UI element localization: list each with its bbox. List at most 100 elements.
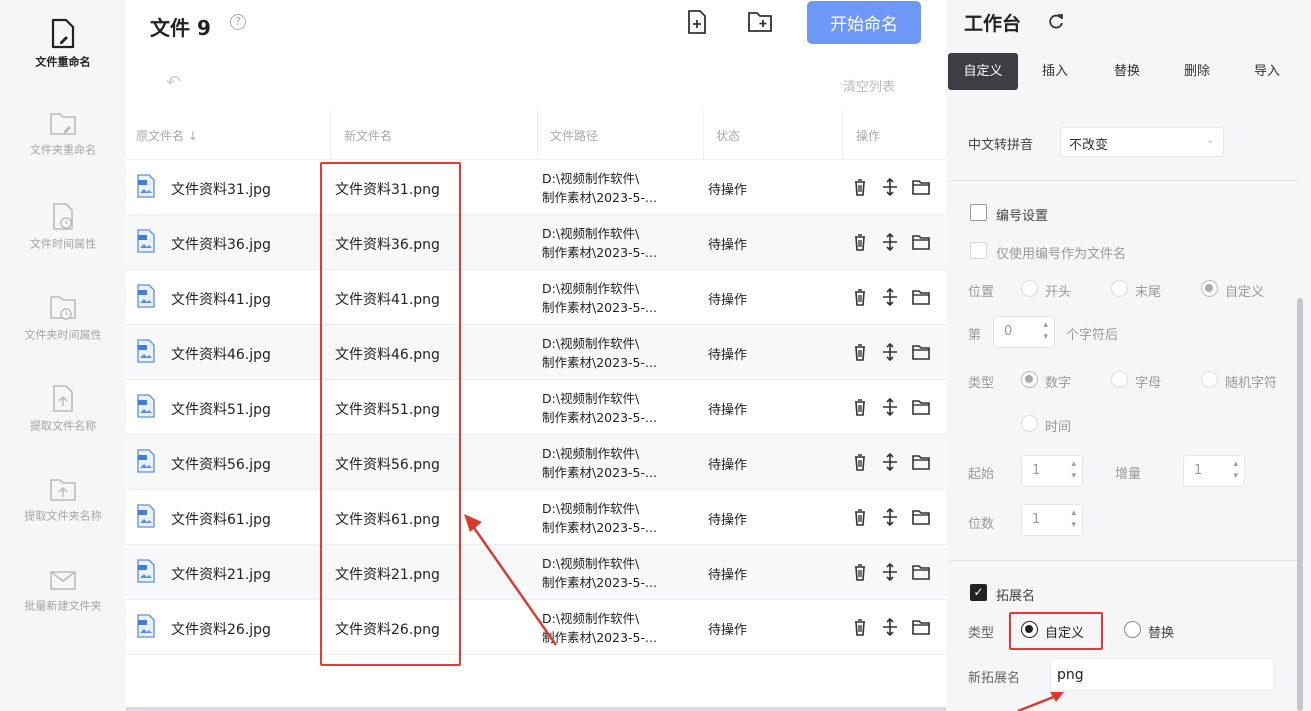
move-icon[interactable]: [879, 616, 901, 638]
add-folder-icon[interactable]: [746, 8, 774, 36]
column-header[interactable]: 原文件名 ↓: [136, 127, 198, 144]
sidebar: 文件重命名 文件夹重命名 文件时间属性 文件夹时间属性 提取文件名称 提取文件夹…: [0, 0, 126, 711]
start-input[interactable]: 1 ▴ ▾: [1021, 455, 1083, 487]
table-row[interactable]: 文件资料56.jpg 文件资料56.png D:\视频制作软件\ 制作素材\2023-…: [126, 435, 946, 490]
type-number-radio[interactable]: [1021, 371, 1038, 388]
spinner-icon[interactable]: ▴ ▾: [1233, 458, 1238, 482]
position-custom-radio[interactable]: [1201, 280, 1218, 297]
table-row[interactable]: 文件资料46.jpg 文件资料46.png D:\视频制作软件\ 制作素材\2023-…: [126, 325, 946, 380]
spinner-icon[interactable]: ▴ ▾: [1071, 507, 1076, 531]
spinner-icon[interactable]: ▴ ▾: [1043, 319, 1048, 343]
step-input[interactable]: 1 ▴ ▾: [1183, 455, 1245, 487]
move-icon[interactable]: [879, 231, 901, 253]
vertical-scrollbar[interactable]: [1297, 298, 1303, 711]
sidebar-item-file-time[interactable]: 文件时间属性: [0, 202, 126, 252]
sidebar-item-extract-folder[interactable]: 提取文件夹名称: [0, 476, 126, 524]
status-text: 待操作: [708, 568, 748, 583]
pinyin-select[interactable]: 不改变 ⌄: [1060, 127, 1224, 157]
folder-time-icon: [50, 296, 76, 320]
sidebar-item-folder-time[interactable]: 文件夹时间属性: [0, 293, 126, 343]
extension-checkbox[interactable]: ✓: [970, 584, 987, 601]
table-row[interactable]: 文件资料51.jpg 文件资料51.png D:\视频制作软件\ 制作素材\2023-…: [126, 380, 946, 435]
add-file-icon[interactable]: [683, 8, 711, 36]
open-folder-icon[interactable]: [910, 451, 932, 473]
open-folder-icon[interactable]: [910, 341, 932, 363]
delete-icon[interactable]: [849, 506, 871, 528]
type-time-radio[interactable]: [1021, 415, 1038, 432]
refresh-icon[interactable]: [1047, 12, 1065, 30]
table-row[interactable]: 文件资料26.jpg 文件资料26.png D:\视频制作软件\ 制作素材\2023-…: [126, 600, 946, 655]
delete-icon[interactable]: [849, 341, 871, 363]
table-row[interactable]: 文件资料36.jpg 文件资料36.png D:\视频制作软件\ 制作素材\2023-…: [126, 215, 946, 270]
table-row[interactable]: 文件资料31.jpg 文件资料31.png D:\视频制作软件\ 制作素材\2023-…: [126, 160, 946, 215]
status-text: 待操作: [708, 238, 748, 253]
move-icon[interactable]: [879, 286, 901, 308]
file-path: D:\视频制作软件\ 制作素材\2023-5-...: [542, 609, 657, 647]
delete-icon[interactable]: [849, 561, 871, 583]
tab-delete[interactable]: 删除: [1162, 53, 1232, 90]
open-folder-icon[interactable]: [910, 176, 932, 198]
type-option-label: 时间: [1045, 420, 1072, 435]
table-row[interactable]: 文件资料41.jpg 文件资料41.png D:\视频制作软件\ 制作素材\2023-…: [126, 270, 946, 325]
move-icon[interactable]: [879, 176, 901, 198]
move-icon[interactable]: [879, 396, 901, 418]
ext-type-custom-radio[interactable]: [1021, 621, 1038, 638]
tab-import[interactable]: 导入: [1232, 53, 1302, 90]
file-path-line: 制作素材\2023-5-...: [542, 190, 657, 205]
original-filename: 文件资料56.jpg: [171, 457, 271, 473]
delete-icon[interactable]: [849, 451, 871, 473]
open-folder-icon[interactable]: [910, 506, 932, 528]
original-filename: 文件资料41.jpg: [171, 292, 271, 308]
column-divider: [842, 110, 843, 160]
table-row[interactable]: 文件资料21.jpg 文件资料21.png D:\视频制作软件\ 制作素材\2023-…: [126, 545, 946, 600]
nth-char-input[interactable]: 0 ▴ ▾: [993, 316, 1055, 348]
delete-icon[interactable]: [849, 176, 871, 198]
open-folder-icon[interactable]: [910, 561, 932, 583]
image-file-icon: [137, 394, 155, 418]
new-extension-input[interactable]: [1050, 658, 1274, 691]
delete-icon[interactable]: [849, 286, 871, 308]
delete-icon[interactable]: [849, 231, 871, 253]
open-folder-icon[interactable]: [910, 396, 932, 418]
position-end-radio[interactable]: [1111, 280, 1128, 297]
open-folder-icon[interactable]: [910, 616, 932, 638]
sidebar-item-label: 文件时间属性: [29, 237, 97, 251]
sidebar-item-file-rename[interactable]: 文件重命名: [0, 18, 126, 70]
delete-icon[interactable]: [849, 616, 871, 638]
horizontal-scrollbar[interactable]: [126, 707, 946, 711]
open-folder-icon[interactable]: [910, 231, 932, 253]
new-filename: 文件资料61.png: [335, 512, 440, 528]
numbering-checkbox[interactable]: [970, 204, 987, 221]
clear-list-button[interactable]: 清空列表: [843, 76, 895, 95]
divider: [948, 180, 1298, 181]
sidebar-item-folder-rename[interactable]: 文件夹重命名: [0, 110, 126, 158]
type-label: 类型: [968, 376, 995, 391]
ext-type-replace-radio[interactable]: [1124, 621, 1141, 638]
image-file-icon: [137, 504, 155, 528]
position-start-radio[interactable]: [1021, 280, 1038, 297]
sidebar-item-batch-folder[interactable]: 批量新建文件夹: [0, 566, 126, 614]
help-icon[interactable]: ?: [230, 14, 246, 30]
type-random-radio[interactable]: [1201, 371, 1218, 388]
delete-icon[interactable]: [849, 396, 871, 418]
only-number-checkbox[interactable]: [970, 242, 987, 259]
extension-label: 拓展名: [996, 589, 1036, 604]
undo-icon[interactable]: ↶: [166, 72, 181, 93]
start-rename-button[interactable]: 开始命名: [807, 1, 921, 44]
step-label: 增量: [1115, 467, 1142, 482]
move-icon[interactable]: [879, 451, 901, 473]
open-folder-icon[interactable]: [910, 286, 932, 308]
tab-custom[interactable]: 自定义: [948, 53, 1018, 90]
move-icon[interactable]: [879, 506, 901, 528]
tab-replace[interactable]: 替换: [1092, 53, 1162, 90]
move-icon[interactable]: [879, 341, 901, 363]
digits-input[interactable]: 1 ▴ ▾: [1021, 504, 1083, 536]
tab-insert[interactable]: 插入: [1020, 53, 1090, 90]
spinner-icon[interactable]: ▴ ▾: [1071, 458, 1076, 482]
nth-value: 0: [1004, 324, 1013, 339]
table-row[interactable]: 文件资料61.jpg 文件资料61.png D:\视频制作软件\ 制作素材\2023-…: [126, 490, 946, 545]
type-letter-radio[interactable]: [1111, 371, 1128, 388]
sidebar-item-extract-file[interactable]: 提取文件名称: [0, 384, 126, 434]
move-icon[interactable]: [879, 561, 901, 583]
file-path-line: 制作素材\2023-5-...: [542, 630, 657, 645]
